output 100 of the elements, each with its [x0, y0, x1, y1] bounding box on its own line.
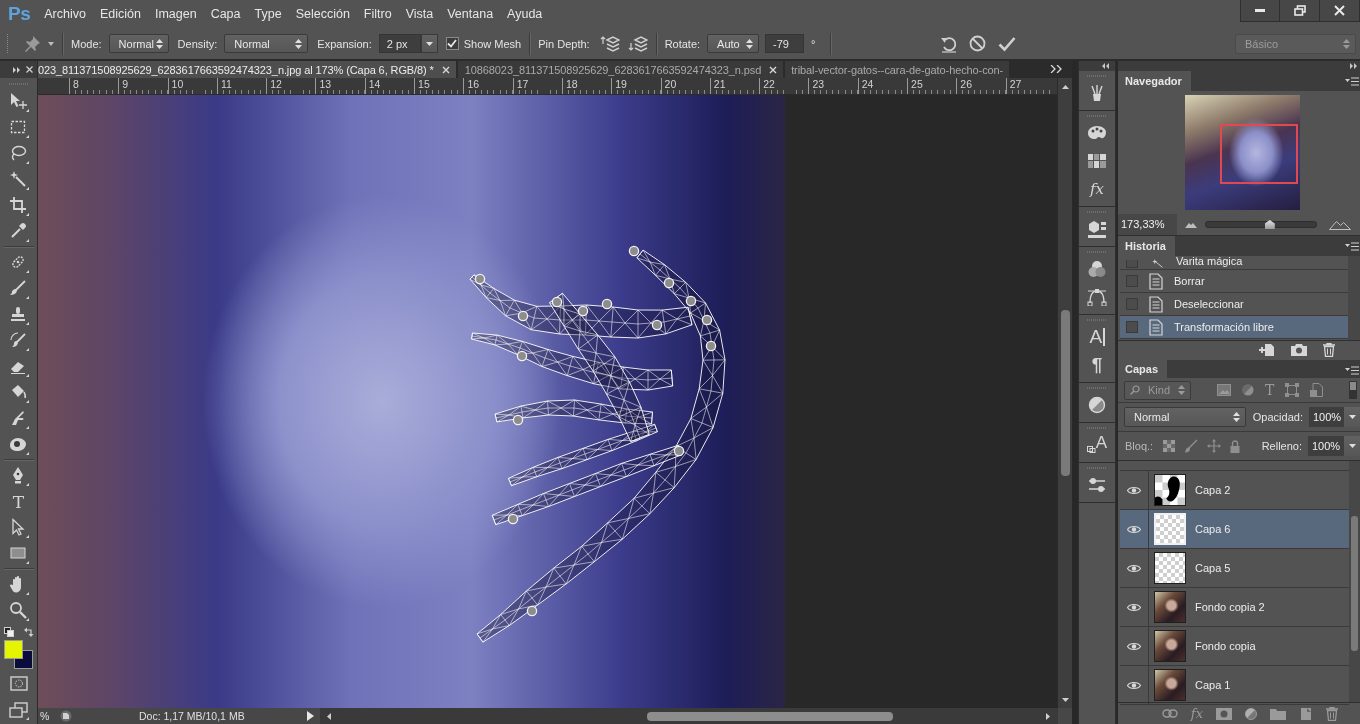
checkerboard-lock-icon[interactable] — [1163, 440, 1176, 452]
double-chevron-icon[interactable] — [1101, 63, 1109, 69]
close-icon[interactable] — [26, 66, 33, 73]
vertical-scrollbar[interactable] — [1349, 461, 1360, 702]
rotate-select[interactable]: Auto — [707, 34, 760, 53]
history-source-checkbox[interactable] — [1126, 260, 1138, 268]
folder-icon[interactable] — [1270, 707, 1286, 720]
reset-icon[interactable] — [938, 34, 959, 53]
document-tab[interactable]: 023_811371508925629_6283617663592474323_n.jpg al 173% (Capa 6, RGB/8) * — [38, 61, 456, 78]
menu-item[interactable]: Capa — [210, 6, 241, 22]
layer-row[interactable]: Capa 2 — [1120, 471, 1349, 510]
caret-icon[interactable] — [48, 41, 54, 46]
screen-mode-icon[interactable] — [8, 702, 29, 720]
eye-icon[interactable] — [1127, 680, 1141, 690]
camera-icon[interactable] — [1291, 343, 1307, 356]
scrollbar-thumb[interactable] — [1351, 516, 1358, 651]
pin-handle-icon[interactable] — [701, 314, 713, 326]
swatches-grid-icon[interactable] — [1088, 154, 1106, 168]
angle-field[interactable]: -79 — [765, 34, 805, 53]
menu-item[interactable]: Archivo — [44, 6, 86, 22]
blend-mode-select[interactable]: Normal — [1124, 407, 1246, 427]
pin-handle-icon[interactable] — [705, 340, 717, 352]
pin-handle-icon[interactable] — [651, 319, 663, 331]
brushes-in-cup-icon[interactable] — [1088, 84, 1106, 102]
vertical-scrollbar[interactable] — [1057, 78, 1072, 708]
sliders-icon[interactable] — [1088, 477, 1106, 493]
quick-mask-icon[interactable] — [9, 675, 28, 691]
rectangular-marquee-icon[interactable] — [8, 118, 29, 138]
pin-handle-icon[interactable] — [663, 277, 675, 289]
double-chevron-icon[interactable] — [13, 66, 21, 73]
pin-handle-icon[interactable] — [516, 350, 528, 362]
fill-field[interactable]: 100% — [1308, 436, 1344, 456]
pin-handle-icon[interactable] — [526, 605, 538, 617]
show-mesh-label[interactable]: Show Mesh — [463, 37, 522, 50]
filter-toggle[interactable] — [1349, 381, 1357, 399]
scrollbar-thumb[interactable] — [1060, 310, 1070, 476]
eye-icon[interactable] — [1127, 524, 1141, 534]
cancel-icon[interactable] — [968, 35, 986, 52]
menu-item[interactable]: Ventana — [447, 6, 494, 22]
layer-row[interactable]: Capa 1 — [1120, 666, 1349, 705]
half-circle-icon[interactable] — [1245, 707, 1257, 720]
view-area-frame[interactable] — [1220, 124, 1298, 184]
history-brush-icon[interactable] — [8, 331, 29, 351]
panel-menu-icon[interactable] — [1345, 77, 1359, 86]
pin-handle-icon[interactable] — [685, 295, 697, 307]
expansion-field[interactable]: 2 px — [378, 34, 421, 53]
hand-icon[interactable] — [8, 575, 29, 595]
menu-item[interactable]: Filtro — [363, 6, 392, 22]
panel-menu-icon[interactable] — [1345, 366, 1359, 375]
zoom-icon[interactable] — [8, 601, 29, 621]
menu-item[interactable]: Edición — [99, 6, 141, 22]
path-nodes-icon[interactable] — [1087, 288, 1107, 306]
pin-handle-icon[interactable] — [507, 513, 519, 525]
pin-handle-icon[interactable] — [673, 445, 685, 457]
density-select[interactable]: Normal — [224, 34, 309, 53]
new-layer-icon[interactable] — [1299, 706, 1313, 721]
paragraph-button[interactable]: ¶ — [1079, 351, 1115, 379]
pin-handle-icon[interactable] — [512, 414, 524, 426]
history-state-row[interactable]: Borrar — [1120, 270, 1348, 293]
eye-icon[interactable] — [1127, 641, 1141, 651]
mode-select[interactable]: Normal — [108, 34, 169, 53]
close-icon[interactable] — [441, 65, 450, 74]
history-source-checkbox[interactable] — [1126, 275, 1138, 287]
double-chevron-icon[interactable] — [1050, 65, 1062, 73]
arrow-up-icon[interactable] — [1061, 85, 1069, 89]
eye-icon[interactable] — [1127, 563, 1141, 573]
default-colors-icon[interactable] — [3, 627, 14, 637]
opacity-field[interactable]: 100% — [1308, 407, 1345, 427]
double-chevron-icon[interactable] — [1350, 63, 1358, 69]
large-mountains-icon[interactable] — [1329, 219, 1351, 230]
layers-up-icon[interactable] — [599, 34, 620, 53]
pin-handle-icon[interactable] — [517, 310, 529, 322]
pin-handle-icon[interactable] — [577, 305, 589, 317]
pin-handle-icon[interactable] — [601, 298, 613, 310]
move-tool-icon[interactable] — [8, 92, 29, 112]
brush-icon[interactable] — [8, 279, 29, 299]
horizontal-scrollbar[interactable] — [319, 708, 1058, 724]
scrollbar-thumb[interactable] — [646, 711, 893, 721]
checkmark-icon[interactable] — [997, 35, 1016, 52]
panel-tab[interactable]: Capas — [1118, 360, 1168, 378]
minimize-button[interactable] — [1240, 0, 1280, 22]
zoom-slider-thumb[interactable] — [1264, 220, 1275, 229]
layers-down-icon[interactable] — [627, 34, 648, 53]
document-status-icon[interactable] — [60, 710, 72, 722]
layer-row[interactable]: Capa 5 — [1120, 549, 1349, 588]
color-swatches-icon[interactable] — [4, 640, 33, 669]
document-tab[interactable]: 10868023_811371508925629_6283617663592474323_n.psd — [457, 61, 784, 78]
menu-item[interactable]: Imagen — [154, 6, 197, 22]
type-tool-button[interactable]: T — [0, 489, 37, 515]
cube-icon[interactable] — [1087, 220, 1107, 238]
crop-icon[interactable] — [8, 196, 29, 216]
character-styles-button[interactable]: A — [1079, 431, 1115, 459]
oval-with-dot-icon[interactable] — [8, 435, 29, 455]
menu-item[interactable]: Ayuda — [507, 6, 543, 22]
half-circle-icon[interactable] — [1088, 396, 1106, 414]
document-tab[interactable]: tribal-vector-gatos--cara-de-gato-hecho-con- — [785, 61, 1010, 78]
trash-icon[interactable] — [1326, 706, 1338, 721]
pushpin-icon[interactable] — [23, 34, 41, 53]
layer-row[interactable]: Capa 6 — [1120, 510, 1349, 549]
show-mesh-checkbox[interactable] — [445, 37, 459, 50]
